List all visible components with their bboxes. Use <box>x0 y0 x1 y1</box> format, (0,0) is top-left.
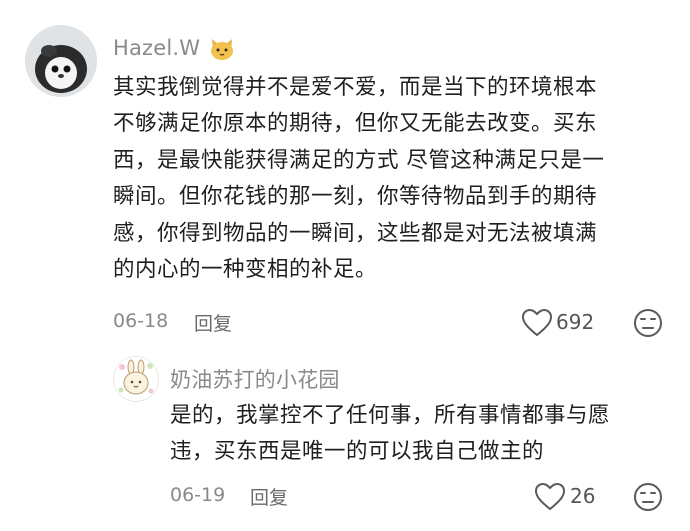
comment-reply-button[interactable]: 回复 <box>194 309 232 336</box>
comment-dislike-button[interactable] <box>632 307 664 339</box>
avatar-reply-user[interactable] <box>113 356 159 402</box>
reply-date: 06-19 <box>170 484 226 506</box>
comment-like-button[interactable] <box>521 308 553 338</box>
penguin-avatar-icon <box>25 25 97 97</box>
reply-reply-button[interactable]: 回复 <box>250 483 288 510</box>
comment-username-row: Hazel.W <box>113 36 235 65</box>
comment-date: 06-18 <box>113 310 169 332</box>
comment-like-count: 692 <box>556 310 595 334</box>
comment-username[interactable]: Hazel.W <box>113 36 200 60</box>
heart-icon <box>534 482 566 511</box>
reply-like-count: 26 <box>570 484 596 508</box>
comment-text: 其实我倒觉得并不是爱不爱，而是当下的环境根本 不够满足你原本的期待，但你又无能去… <box>113 75 605 283</box>
neutral-face-icon <box>634 483 662 511</box>
reply-text: 是的，我掌控不了任何事，所有事情都事与愿 违，买东西是唯一的可以我自己做主的 <box>170 403 611 465</box>
reply-username[interactable]: 奶油苏打的小花园 <box>170 364 340 394</box>
avatar-hazel[interactable] <box>25 25 97 97</box>
bunny-avatar-icon <box>114 357 158 401</box>
reply-dislike-button[interactable] <box>632 481 664 513</box>
heart-icon <box>521 308 553 337</box>
neutral-face-icon <box>634 309 662 337</box>
reply-like-button[interactable] <box>534 482 566 512</box>
cat-face-icon <box>209 37 235 65</box>
